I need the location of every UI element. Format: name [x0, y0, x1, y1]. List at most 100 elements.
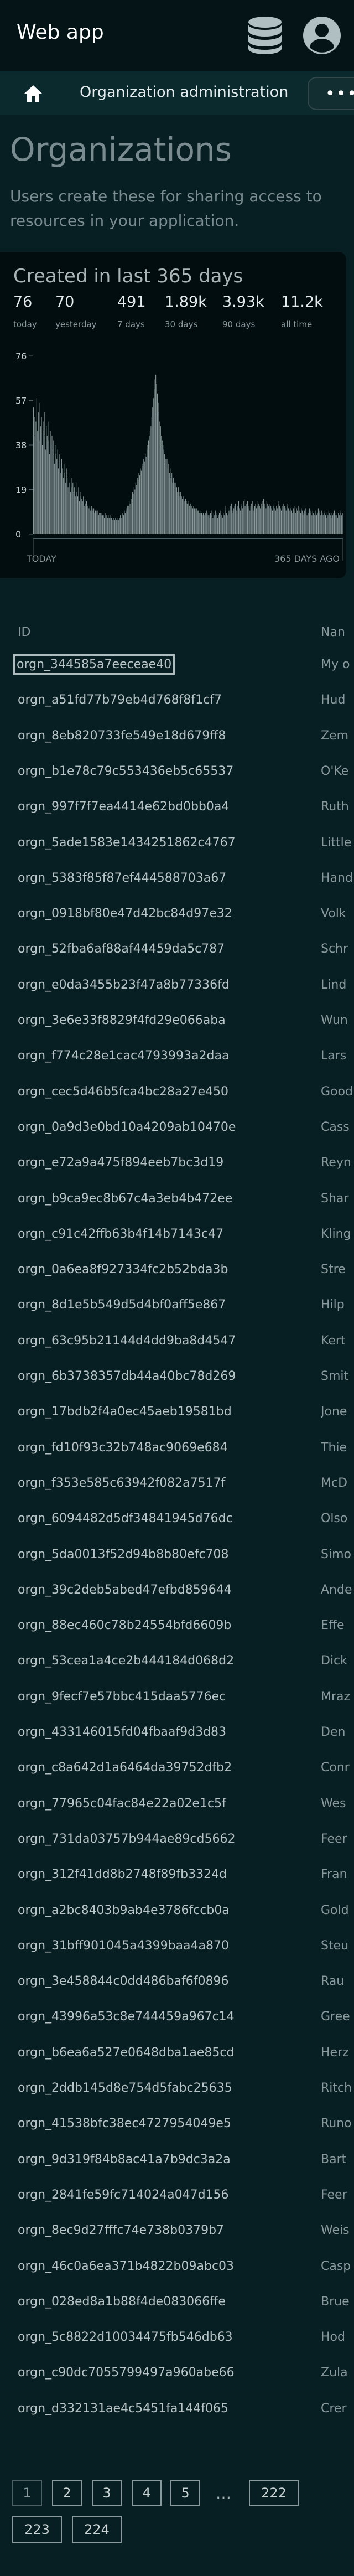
chart-bar	[178, 487, 179, 534]
table-row-id[interactable]: orgn_6094482d5df34841945d76dc	[18, 1512, 233, 1525]
table-row-id[interactable]: orgn_3e6e33f8829f4fd29e066aba	[18, 1013, 226, 1027]
table-row-id[interactable]: orgn_6b3738357db44a40bc78d269	[18, 1369, 236, 1383]
table-row-id[interactable]: orgn_8eb820733fe549e18d679ff8	[18, 729, 226, 743]
chart-bar	[98, 515, 99, 534]
table-row-id[interactable]: orgn_53cea1a4ce2b444184d068d2	[18, 1654, 234, 1668]
table-row-id[interactable]: orgn_63c95b21144d4dd9ba8d4547	[18, 1334, 236, 1348]
chart-bar	[128, 506, 129, 534]
table-row-id[interactable]: orgn_9fecf7e57bbc415daa5776ec	[18, 1690, 226, 1704]
stat-value: 491	[117, 293, 146, 311]
page-button-4[interactable]: 4	[132, 2480, 162, 2506]
table-row-id[interactable]: orgn_39c2deb5abed47efbd859644	[18, 1583, 232, 1597]
more-menu-button[interactable]: •••	[308, 77, 354, 110]
page-button-1[interactable]: 1	[12, 2480, 42, 2506]
chart-bar	[115, 518, 116, 534]
table-row-id[interactable]: orgn_3e458844c0dd486baf6f0896	[18, 1974, 228, 1988]
page-title: Organizations	[10, 131, 232, 168]
table-row-name: Zula	[321, 2366, 348, 2380]
chart-bar	[256, 508, 257, 534]
table-row-id[interactable]: orgn_b1e78c79c553436eb5c65537	[18, 764, 233, 778]
table-row-name: McD	[321, 1476, 348, 1490]
table-header-id[interactable]: ID	[18, 625, 30, 639]
chart-y-tick-label: 38	[15, 440, 27, 451]
table-row-id[interactable]: orgn_52fba6af88af44459da5c787	[18, 942, 225, 956]
chart-bar	[33, 407, 34, 534]
page-button-224[interactable]: 224	[72, 2516, 122, 2543]
table-row-id[interactable]: orgn_c90dc7055799497a960abe66	[18, 2366, 235, 2380]
home-icon[interactable]	[23, 84, 43, 104]
app-header: Web app	[0, 0, 354, 71]
table-row-id[interactable]: orgn_d332131ae4c5451fa144f065	[18, 2402, 228, 2415]
chart-x-label-right: 365 DAYS AGO	[274, 554, 340, 564]
table-row-id[interactable]: orgn_a51fd77b79eb4d768f8f1cf7	[18, 693, 222, 707]
chart-bar	[233, 508, 235, 534]
table-row-id[interactable]: orgn_0a6ea8f927334fc2b52bda3b	[18, 1263, 228, 1276]
table-row-id[interactable]: orgn_31bff901045a4399baa4a870	[18, 1939, 229, 1953]
chart-bar	[173, 478, 174, 534]
chart-bar	[164, 454, 165, 534]
chart-bar	[132, 492, 133, 534]
table-row-id[interactable]: orgn_433146015fd04fbaaf9d3d83	[18, 1725, 226, 1739]
table-row-id[interactable]: orgn_e72a9a475f894eeb7bc3d19	[18, 1156, 223, 1170]
chart-bar	[201, 513, 202, 534]
table-row-id[interactable]: orgn_b9ca9ec8b67c4a3eb4b472ee	[18, 1192, 232, 1206]
table-row-id[interactable]: orgn_028ed8a1b88f4de083066ffe	[18, 2295, 226, 2309]
table-row-id[interactable]: orgn_c91c42ffb63b4f14b7143c47	[18, 1227, 223, 1241]
page-description: Users create these for sharing access to…	[10, 187, 322, 230]
table-row-id[interactable]: orgn_344585a7eeceae40	[13, 654, 175, 675]
chart-bar	[61, 459, 62, 534]
table-row-id[interactable]: orgn_cec5d46b5fca4bc28a27e450	[18, 1085, 228, 1099]
table-row-id[interactable]: orgn_8d1e5b549d5d4bf0aff5e867	[18, 1298, 226, 1312]
chart-bar	[159, 421, 160, 534]
table-row-id[interactable]: orgn_5383f85f87ef444588703a67	[18, 871, 226, 885]
page-button-3[interactable]: 3	[92, 2480, 122, 2506]
table-row-id[interactable]: orgn_88ec460c78b24554bfd6609b	[18, 1618, 231, 1632]
table-row-id[interactable]: orgn_a2bc8403b9ab4e3786fccb0a	[18, 1903, 230, 1917]
table-row-id[interactable]: orgn_0a9d3e0bd10a4209ab10470e	[18, 1120, 236, 1134]
table-row-id[interactable]: orgn_5da0013f52d94b8b80efc708	[18, 1548, 228, 1561]
table-row-id[interactable]: orgn_f353e585c63942f082a7517f	[18, 1476, 225, 1490]
table-row-id[interactable]: orgn_c8a642d1a6464da39752dfb2	[18, 1761, 232, 1775]
table-row-id[interactable]: orgn_997f7f7ea4414e62bd0bb0a4	[18, 800, 229, 814]
table-row-id[interactable]: orgn_9d319f84b8ac41a7b9dc3a2a	[18, 2153, 231, 2166]
table-row-id[interactable]: orgn_8ec9d27fffc74e738b0379b7	[18, 2223, 224, 2237]
table-row-id[interactable]: orgn_5ade1583e1434251862c4767	[18, 836, 236, 850]
table-row-id[interactable]: orgn_43996a53c8e744459a967c14	[18, 2010, 235, 2024]
table-row-id[interactable]: orgn_731da03757b944ae89cd5662	[18, 1832, 235, 1846]
table-row-id[interactable]: orgn_77965c04fac84e22a02e1c5f	[18, 1797, 226, 1811]
stat-label: 7 days	[117, 319, 145, 329]
table-row-id[interactable]: orgn_5c8822d10034475fb546db63	[18, 2330, 233, 2344]
table-row-id[interactable]: orgn_e0da3455b23f47a8b77336fd	[18, 978, 230, 992]
table-row-id[interactable]: orgn_41538bfc38ec4727954049e5	[18, 2117, 231, 2130]
page-button-5[interactable]: 5	[170, 2480, 200, 2506]
stat-label: all time	[281, 319, 313, 329]
page-button-222[interactable]: 222	[249, 2480, 299, 2506]
table-row-name: Weis	[321, 2223, 350, 2237]
chart-bar	[297, 510, 298, 534]
chart-bar	[274, 508, 275, 534]
chart-bar	[325, 515, 326, 534]
table-row-id[interactable]: orgn_0918bf80e47d42bc84d97e32	[18, 907, 232, 920]
table-row-id[interactable]: orgn_2ddb145d8e754d5fabc25635	[18, 2081, 232, 2095]
table-row-id[interactable]: orgn_f774c28e1cac4793993a2daa	[18, 1049, 229, 1063]
table-row-id[interactable]: orgn_fd10f93c32b748ac9069e684	[18, 1441, 228, 1455]
table-row-name: Simo	[321, 1548, 351, 1561]
table-row-id[interactable]: orgn_17bdb2f4a0ec45aeb19581bd	[18, 1405, 232, 1419]
chart-bar	[78, 487, 79, 534]
page-button-223[interactable]: 223	[12, 2516, 62, 2543]
table-row-id[interactable]: orgn_2841fe59fc714024a047d156	[18, 2188, 229, 2202]
chart-bar	[301, 510, 303, 534]
chart-bar	[235, 503, 236, 534]
page-button-2[interactable]: 2	[52, 2480, 82, 2506]
table-header-name[interactable]: Nan	[321, 625, 345, 639]
chart-bar	[150, 426, 152, 534]
table-row-id[interactable]: orgn_b6ea6a527e0648dba1ae85cd	[18, 2046, 234, 2060]
database-icon[interactable]	[247, 15, 283, 55]
table-row-id[interactable]: orgn_46c0a6ea371b4822b09abc03	[18, 2259, 234, 2273]
table-row-name: Good	[321, 1085, 353, 1099]
chart-bar	[231, 503, 232, 534]
table-row-name: Gree	[321, 2010, 350, 2024]
user-avatar-icon[interactable]	[302, 15, 342, 55]
table-row-id[interactable]: orgn_312f41dd8b2748f89fb3324d	[18, 1868, 227, 1881]
table-row-name: Dick	[321, 1654, 347, 1668]
